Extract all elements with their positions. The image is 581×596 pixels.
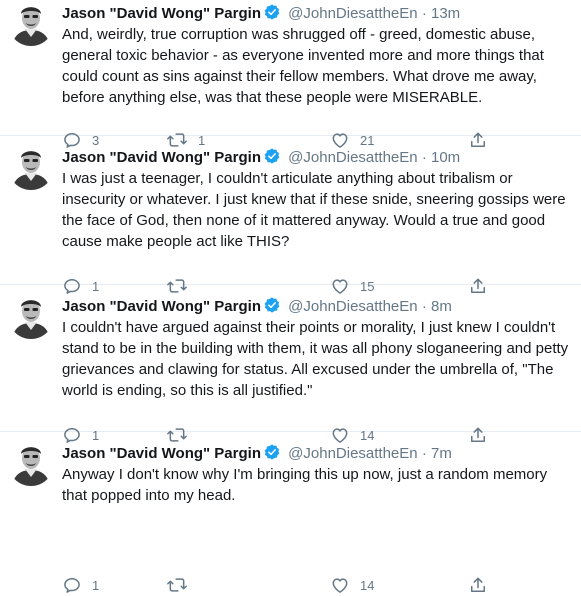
author-name[interactable]: Jason "David Wong" Pargin — [62, 5, 261, 22]
author-handle[interactable]: @JohnDiesattheEn — [288, 298, 417, 315]
avatar-image — [8, 144, 54, 190]
avatar[interactable] — [8, 293, 54, 339]
share-button[interactable] — [468, 574, 488, 596]
tweet-timestamp[interactable]: 10m — [431, 149, 460, 166]
author-handle[interactable]: @JohnDiesattheEn — [288, 149, 417, 166]
tweet-timestamp[interactable]: 7m — [431, 445, 452, 462]
author-name[interactable]: Jason "David Wong" Pargin — [62, 445, 261, 462]
avatar-image — [8, 440, 54, 486]
tweet-header: Jason "David Wong" Pargin @JohnDiesatthe… — [62, 147, 460, 170]
tweet-header: Jason "David Wong" Pargin @JohnDiesatthe… — [62, 443, 452, 466]
tweet-text: I was just a teenager, I couldn't articu… — [62, 170, 566, 250]
tweet-timestamp[interactable]: 13m — [431, 5, 460, 22]
reply-button[interactable]: 1 — [62, 574, 99, 596]
like-count: 14 — [360, 577, 375, 593]
verified-badge-icon — [263, 147, 281, 170]
like-button[interactable]: 14 — [330, 574, 374, 596]
separator-dot: · — [421, 298, 427, 315]
author-handle[interactable]: @JohnDiesattheEn — [288, 5, 417, 22]
verified-badge-icon — [263, 443, 281, 466]
verified-badge-icon — [263, 296, 281, 319]
avatar-image — [8, 293, 54, 339]
separator-dot: · — [421, 445, 427, 462]
heart-icon — [330, 575, 350, 595]
avatar[interactable] — [8, 0, 54, 46]
share-icon — [468, 575, 488, 595]
avatar[interactable] — [8, 144, 54, 190]
tweet-text: I couldn't have argued against their poi… — [62, 319, 569, 399]
tweet[interactable]: Jason "David Wong" Pargin @JohnDiesatthe… — [0, 0, 581, 148]
retweet-icon — [166, 575, 188, 595]
tweet[interactable]: Jason "David Wong" Pargin @JohnDiesatthe… — [0, 136, 581, 294]
tweet-timestamp[interactable]: 8m — [431, 298, 452, 315]
tweet-text: And, weirdly, true corruption was shrugg… — [62, 26, 544, 106]
tweet-header: Jason "David Wong" Pargin @JohnDiesatthe… — [62, 3, 460, 26]
separator-dot: · — [421, 149, 427, 166]
avatar[interactable] — [8, 440, 54, 486]
tweet-header: Jason "David Wong" Pargin @JohnDiesatthe… — [62, 296, 452, 319]
tweet[interactable]: Jason "David Wong" Pargin @JohnDiesatthe… — [0, 285, 581, 443]
avatar-image — [8, 0, 54, 46]
reply-count: 1 — [92, 577, 100, 593]
author-handle[interactable]: @JohnDiesattheEn — [288, 445, 417, 462]
author-name[interactable]: Jason "David Wong" Pargin — [62, 149, 261, 166]
author-name[interactable]: Jason "David Wong" Pargin — [62, 298, 261, 315]
separator-dot: · — [421, 5, 427, 22]
tweet-actions: 1 14 — [62, 574, 502, 596]
tweet-text: Anyway I don't know why I'm bringing thi… — [62, 466, 548, 504]
reply-icon — [62, 575, 82, 595]
verified-badge-icon — [263, 3, 281, 26]
tweet[interactable]: Jason "David Wong" Pargin @JohnDiesatthe… — [0, 432, 581, 593]
retweet-button[interactable] — [166, 574, 198, 596]
